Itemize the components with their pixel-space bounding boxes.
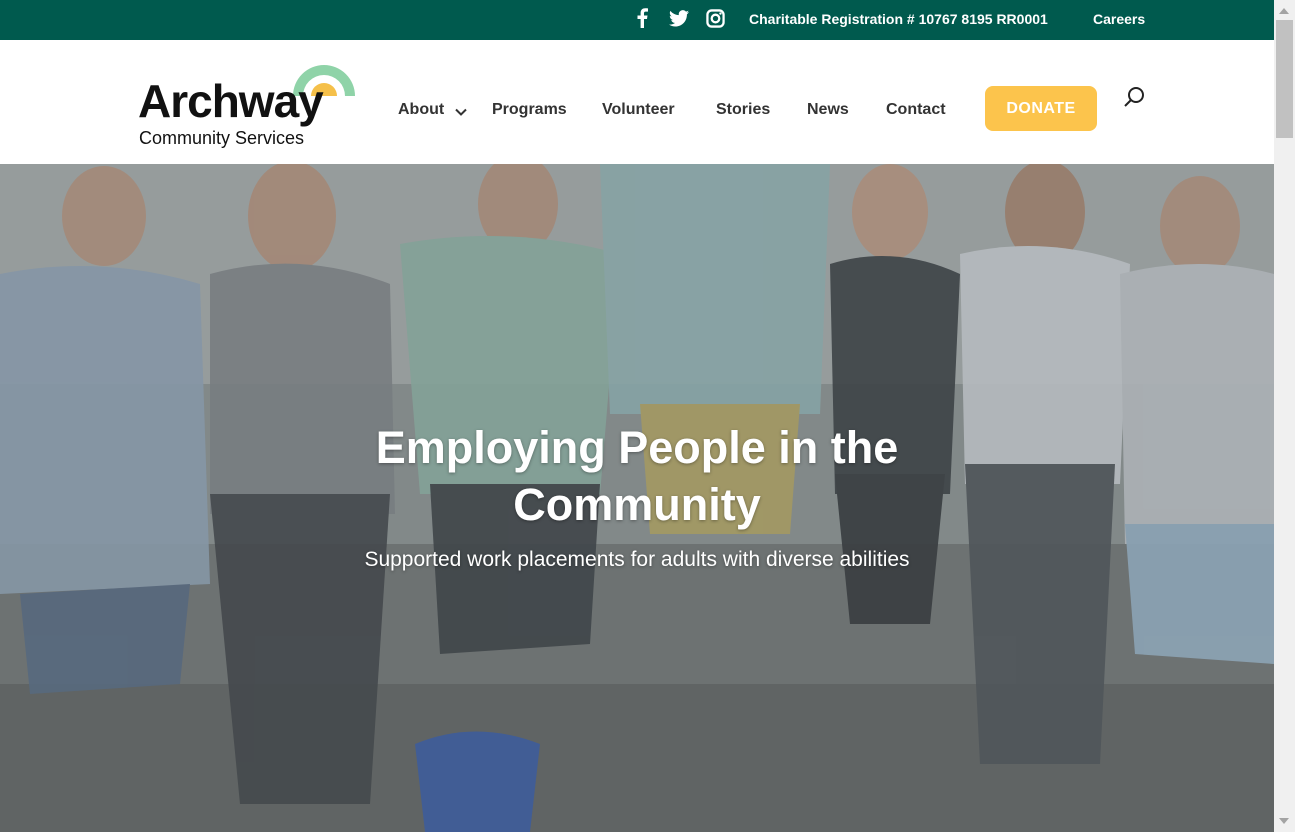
scroll-down-icon[interactable] <box>1279 818 1289 824</box>
site-header: Archway Community Services About Program… <box>0 40 1274 164</box>
chevron-down-icon[interactable] <box>455 103 467 121</box>
search-icon[interactable] <box>1123 85 1147 114</box>
hero-title: Employing People in the Community <box>375 422 899 530</box>
charitable-registration: Charitable Registration # 10767 8195 RR0… <box>749 11 1048 27</box>
twitter-icon[interactable] <box>669 7 689 29</box>
page-scrollbar[interactable] <box>1274 0 1295 832</box>
careers-link[interactable]: Careers <box>1093 11 1145 27</box>
nav-stories[interactable]: Stories <box>716 101 770 119</box>
nav-about[interactable]: About <box>398 101 444 119</box>
nav-programs[interactable]: Programs <box>492 101 567 119</box>
nav-volunteer[interactable]: Volunteer <box>602 101 675 119</box>
facebook-icon[interactable] <box>636 7 648 29</box>
nav-contact[interactable]: Contact <box>886 101 946 119</box>
scrollbar-thumb[interactable] <box>1276 20 1293 138</box>
top-bar: Charitable Registration # 10767 8195 RR0… <box>0 0 1274 40</box>
hero-banner: Employing People in the Community Suppor… <box>0 164 1274 832</box>
instagram-icon[interactable] <box>706 7 725 29</box>
donate-button[interactable]: DONATE <box>985 86 1097 131</box>
hero-subtitle: Supported work placements for adults wit… <box>364 548 910 571</box>
nav-news[interactable]: News <box>807 101 849 119</box>
logo-subtitle: Community Services <box>139 128 305 148</box>
scroll-up-icon[interactable] <box>1279 8 1289 14</box>
logo-wordmark: Archway <box>138 75 324 127</box>
archway-logo[interactable]: Archway Community Services <box>138 54 368 154</box>
